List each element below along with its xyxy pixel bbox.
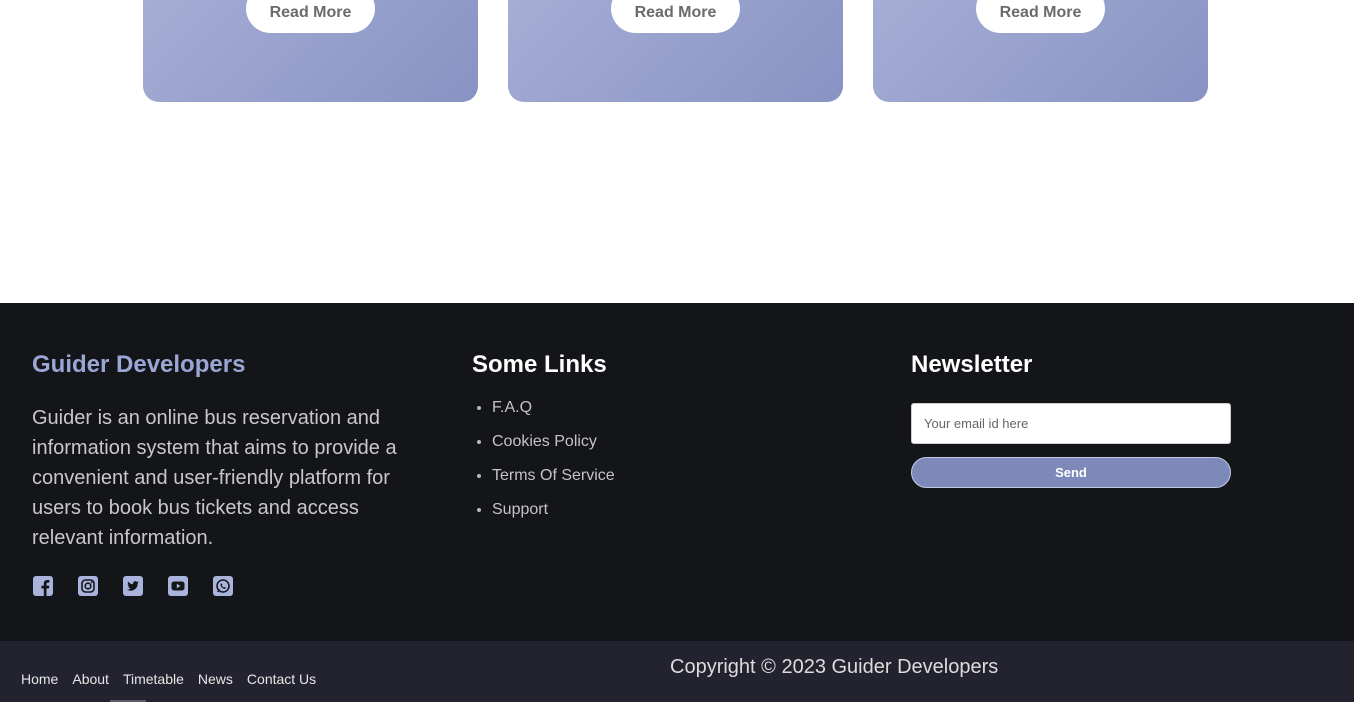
card: Read More	[873, 0, 1208, 102]
links-title: Some Links	[472, 351, 607, 378]
about-description: Guider is an online bus reservation and …	[32, 407, 397, 549]
email-field[interactable]	[911, 403, 1231, 444]
copyright-text: Copyright © 2023 Guider Developers	[670, 656, 999, 678]
bottom-bar: Home About Timetable News Contact Us Cop…	[0, 641, 1354, 702]
twitter-icon[interactable]	[122, 575, 144, 597]
link-faq[interactable]: F.A.Q	[492, 399, 615, 417]
social-links	[32, 575, 412, 597]
footer-links-column: Some Links F.A.Q Cookies Policy Terms Of…	[472, 351, 615, 535]
read-more-button[interactable]: Read More	[611, 0, 740, 33]
facebook-icon[interactable]	[32, 575, 54, 597]
brand-title: Guider Developers	[32, 351, 246, 378]
link-support[interactable]: Support	[492, 501, 615, 519]
links-list: F.A.Q Cookies Policy Terms Of Service Su…	[472, 399, 615, 519]
nav-timetable[interactable]: Timetable	[123, 671, 184, 687]
send-button[interactable]: Send	[911, 457, 1231, 488]
nav-contact-us[interactable]: Contact Us	[247, 671, 316, 687]
bottom-nav: Home About Timetable News Contact Us	[21, 671, 316, 687]
read-more-button[interactable]: Read More	[976, 0, 1105, 33]
newsletter-title: Newsletter	[911, 351, 1033, 378]
nav-news[interactable]: News	[198, 671, 233, 687]
read-more-button[interactable]: Read More	[246, 0, 375, 33]
nav-about[interactable]: About	[72, 671, 109, 687]
whatsapp-icon[interactable]	[212, 575, 234, 597]
youtube-icon[interactable]	[167, 575, 189, 597]
card: Read More	[508, 0, 843, 102]
card: Read More	[143, 0, 478, 102]
instagram-icon[interactable]	[77, 575, 99, 597]
footer-newsletter-column: Newsletter Send	[911, 351, 1231, 488]
link-terms-of-service[interactable]: Terms Of Service	[492, 467, 615, 485]
link-cookies-policy[interactable]: Cookies Policy	[492, 433, 615, 451]
cards-section: Read More Read More Read More	[0, 0, 1354, 303]
footer: Guider Developers Guider is an online bu…	[0, 303, 1354, 641]
nav-home[interactable]: Home	[21, 671, 58, 687]
footer-about-column: Guider Developers Guider is an online bu…	[32, 351, 412, 597]
